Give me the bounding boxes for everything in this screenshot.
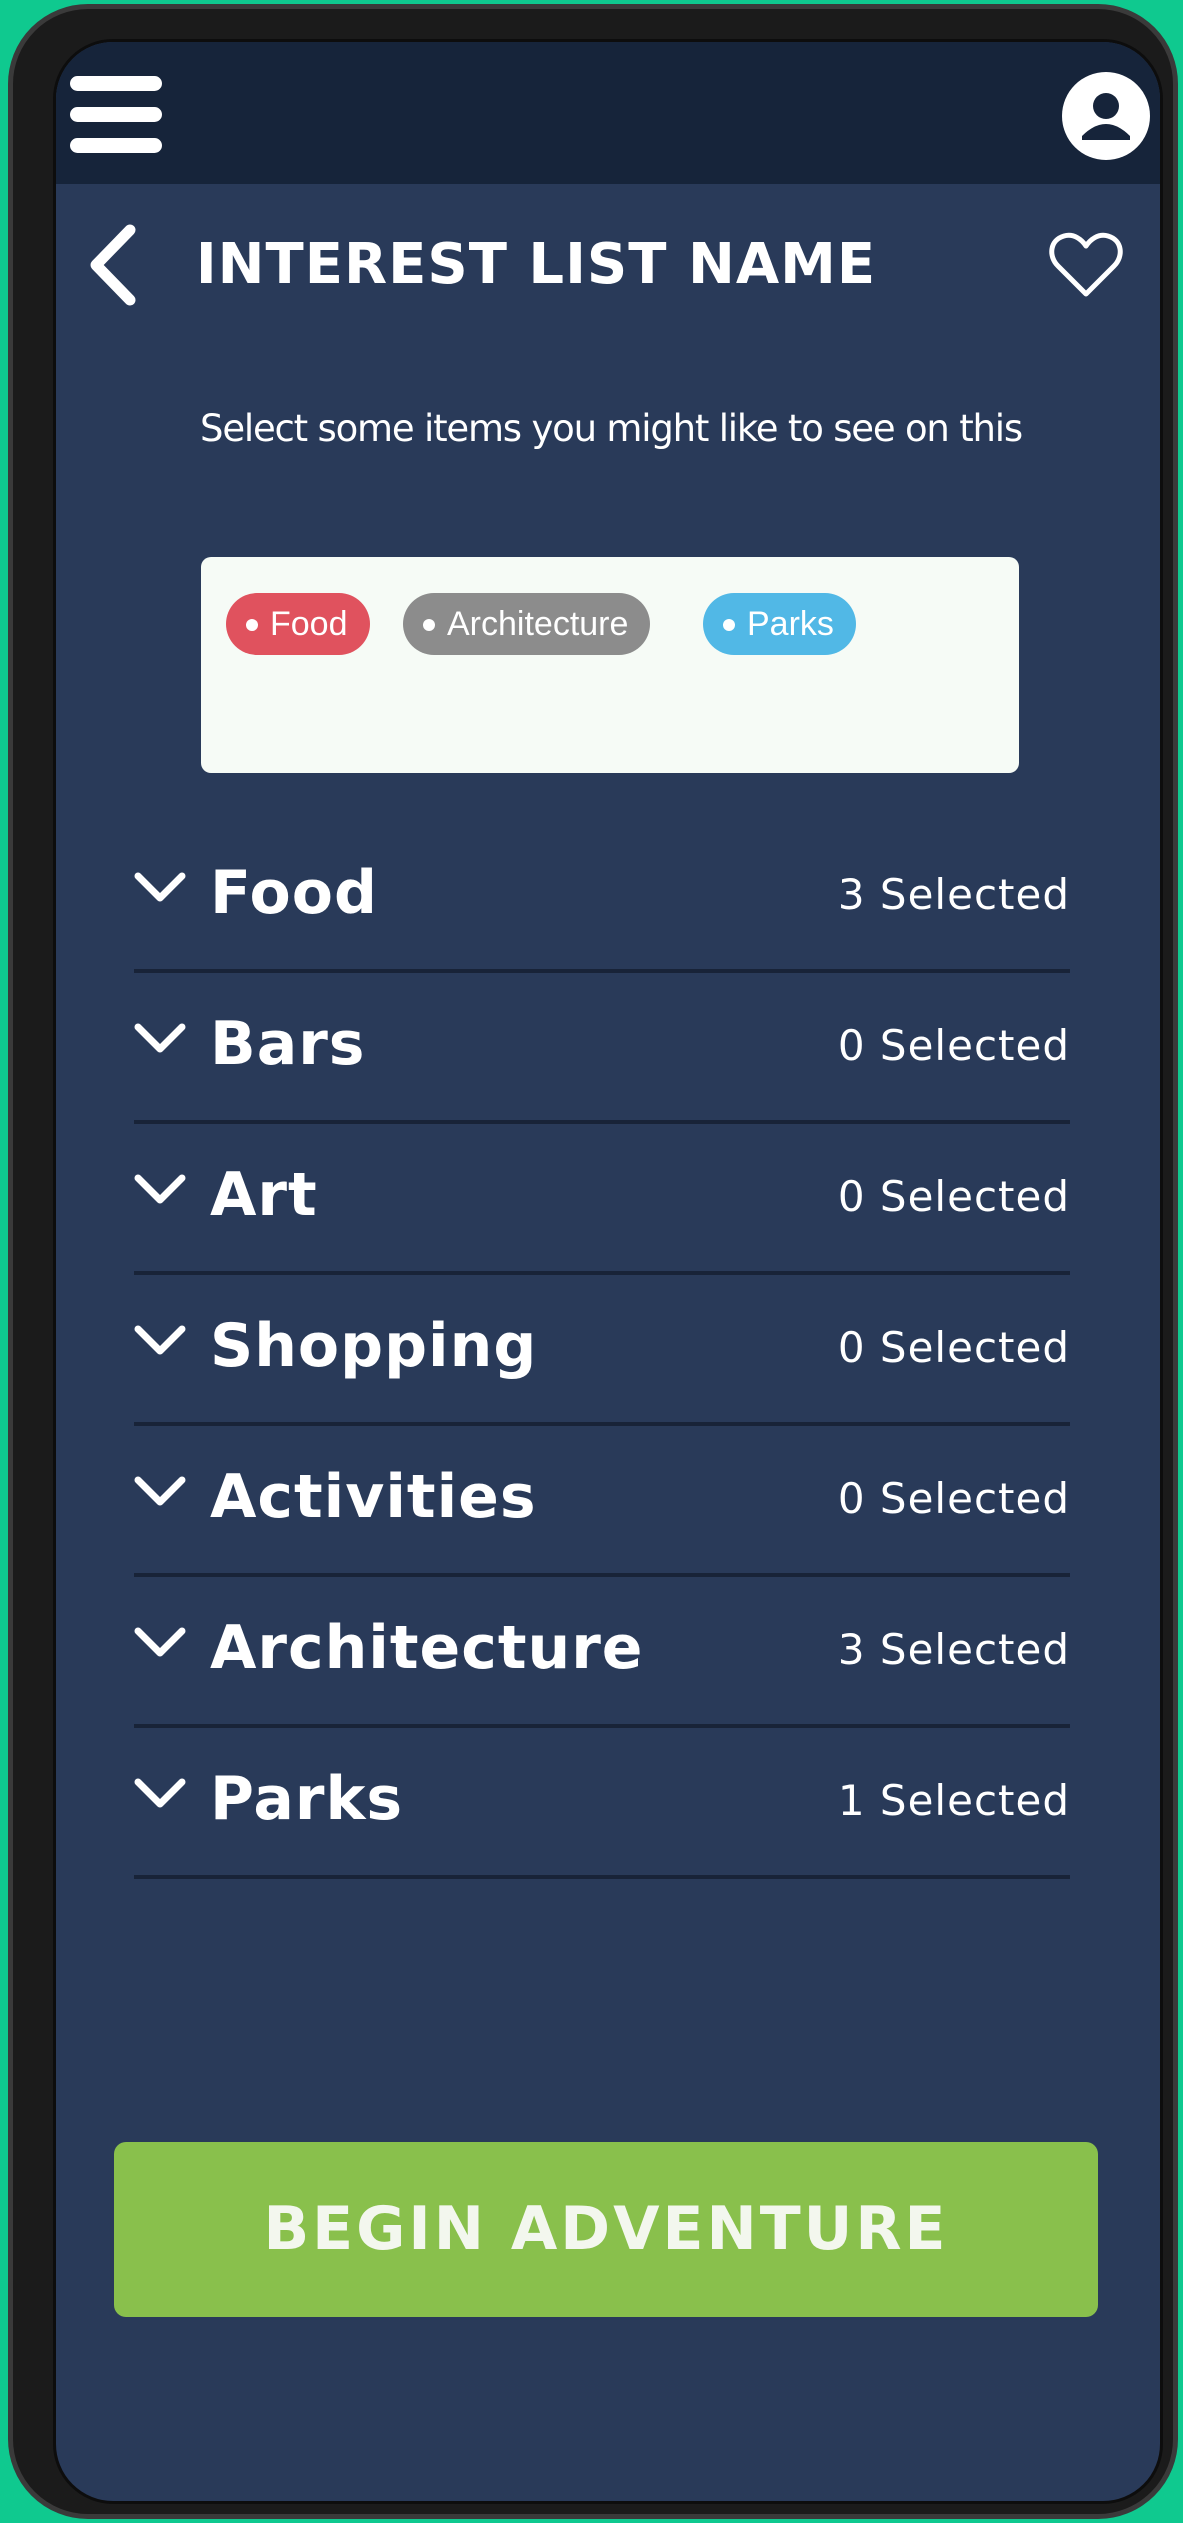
category-count: 0 Selected (837, 1474, 1070, 1523)
chevron-down-icon (134, 1627, 186, 1657)
category-count: 3 Selected (837, 1625, 1070, 1674)
category-name: Parks (210, 1764, 404, 1834)
begin-adventure-button[interactable]: BEGIN ADVENTURE (114, 2142, 1098, 2317)
app-screen: INTEREST LIST NAME Select some items you… (53, 39, 1163, 2504)
category-name: Architecture (210, 1613, 644, 1683)
category-count: 0 Selected (837, 1323, 1070, 1372)
category-name: Activities (210, 1462, 537, 1532)
category-count: 0 Selected (837, 1021, 1070, 1070)
category-count: 0 Selected (837, 1172, 1070, 1221)
category-name: Shopping (210, 1311, 538, 1381)
chevron-down-icon (134, 1325, 186, 1355)
tag-parks[interactable]: Parks (703, 593, 856, 655)
chevron-down-icon (134, 1476, 186, 1506)
category-name: Bars (210, 1009, 366, 1079)
tag-food[interactable]: Food (226, 593, 370, 655)
category-row-bars[interactable]: Bars 0 Selected (134, 973, 1070, 1124)
category-name: Food (210, 858, 378, 928)
chevron-down-icon (134, 872, 186, 902)
category-list: Food 3 Selected Bars 0 Selected Art 0 Se… (134, 822, 1070, 1879)
chevron-down-icon (134, 1778, 186, 1808)
tag-architecture[interactable]: Architecture (403, 593, 651, 655)
chevron-down-icon (134, 1023, 186, 1053)
phone-frame: INTEREST LIST NAME Select some items you… (8, 4, 1178, 2519)
category-row-food[interactable]: Food 3 Selected (134, 822, 1070, 973)
category-row-architecture[interactable]: Architecture 3 Selected (134, 1577, 1070, 1728)
category-count: 1 Selected (837, 1776, 1070, 1825)
category-count: 3 Selected (837, 870, 1070, 919)
hamburger-menu-icon[interactable] (70, 76, 162, 156)
instruction-text: Select some items you might like to see … (200, 407, 1023, 450)
category-row-activities[interactable]: Activities 0 Selected (134, 1426, 1070, 1577)
user-avatar-icon[interactable] (1062, 72, 1150, 160)
category-name: Art (210, 1160, 318, 1230)
top-app-bar (56, 42, 1160, 184)
page-title: INTEREST LIST NAME (195, 232, 877, 297)
category-row-art[interactable]: Art 0 Selected (134, 1124, 1070, 1275)
category-row-parks[interactable]: Parks 1 Selected (134, 1728, 1070, 1879)
favorite-heart-icon[interactable] (1048, 230, 1124, 300)
category-row-shopping[interactable]: Shopping 0 Selected (134, 1275, 1070, 1426)
back-chevron-icon[interactable] (78, 220, 148, 310)
chevron-down-icon (134, 1174, 186, 1204)
selected-tags-box: Food Architecture Parks (201, 557, 1019, 773)
page-header: INTEREST LIST NAME (56, 212, 1160, 312)
